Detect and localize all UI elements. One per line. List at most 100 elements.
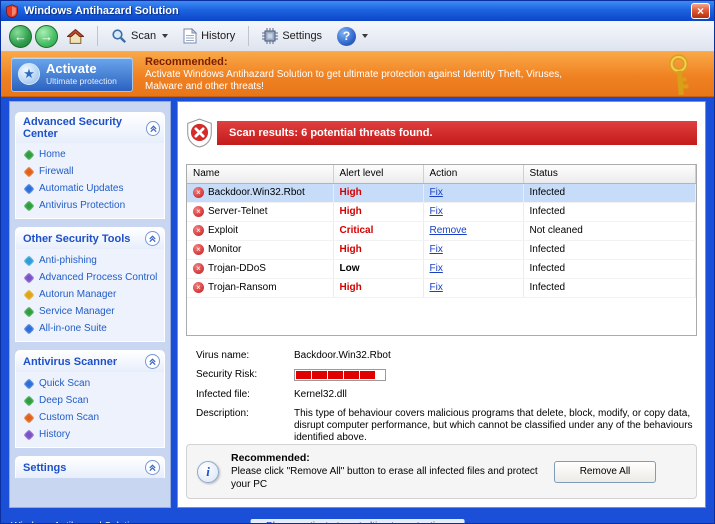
status-cell: Infected (523, 278, 696, 298)
column-header-action[interactable]: Action (423, 165, 524, 184)
sidebar-item-firewall[interactable]: Firewall (20, 165, 160, 178)
action-link-remove[interactable]: Remove (430, 225, 467, 236)
action-link-fix[interactable]: Fix (430, 282, 443, 293)
description-label: Description: (196, 408, 249, 419)
sidebar-item-advanced-process-control[interactable]: Advanced Process Control (20, 271, 160, 284)
back-button[interactable]: ← (9, 24, 32, 48)
action-link-fix[interactable]: Fix (430, 244, 443, 255)
sidebar-item-label: Advanced Process Control (39, 272, 158, 283)
main-panel: Scan results: 6 potential threats found.… (177, 101, 706, 508)
column-header-status[interactable]: Status (523, 165, 696, 184)
sidebar-panel: Other Security Tools Anti-phishing Advance… (15, 227, 165, 342)
sidebar-section-body: Home Firewall Automatic Updates Antivirus P… (15, 143, 165, 219)
sidebar-item-custom-scan[interactable]: Custom Scan (20, 411, 160, 424)
home-button[interactable] (61, 26, 90, 47)
activate-subtitle: Ultimate protection (46, 76, 117, 86)
bullet-icon (23, 428, 35, 441)
sidebar-item-automatic-updates[interactable]: Automatic Updates (20, 182, 160, 195)
bullet-icon (23, 377, 35, 390)
status-cell: Not cleaned (523, 221, 696, 241)
threat-name: Trojan-Ransom (208, 282, 277, 294)
sidebar-section-header-settings[interactable]: Settings (15, 456, 165, 478)
sidebar-section-header-antivirus-scanner[interactable]: Antivirus Scanner (15, 350, 165, 372)
security-risk-label: Security Risk: (196, 369, 258, 380)
column-header-name[interactable]: Name (187, 165, 334, 184)
sidebar-section-header-advanced-security-center[interactable]: Advanced Security Center (15, 112, 165, 143)
sidebar-item-all-in-one-suite[interactable]: All-in-one Suite (20, 322, 160, 335)
collapse-chevron-icon[interactable] (145, 460, 160, 475)
bullet-icon (23, 148, 35, 161)
scan-results-text: Scan results: 6 potential threats found. (217, 121, 697, 145)
sidebar-item-label: All-in-one Suite (39, 323, 107, 334)
sidebar-section-title: Advanced Security Center (23, 116, 123, 140)
threat-row-backdoor-win32-rbot[interactable]: × Backdoor.Win32.Rbot High Fix Infected (187, 183, 696, 203)
close-icon[interactable]: × (691, 3, 710, 19)
threat-row-trojan-ddos[interactable]: × Trojan-DDoS Low Fix Infected (187, 259, 696, 279)
threat-name-cell: × Server-Telnet (187, 202, 334, 222)
action-link-fix[interactable]: Fix (430, 263, 443, 274)
back-arrow-icon: ← (14, 28, 27, 44)
bullet-icon (23, 288, 35, 301)
action-cell: Fix (423, 259, 524, 279)
status-cell: Infected (523, 259, 696, 279)
sidebar-item-label: Deep Scan (39, 395, 89, 406)
sidebar-item-history[interactable]: History (20, 428, 160, 441)
sidebar-item-service-manager[interactable]: Service Manager (20, 305, 160, 318)
action-link-fix[interactable]: Fix (430, 206, 443, 217)
sidebar-item-quick-scan[interactable]: Quick Scan (20, 377, 160, 390)
sidebar-item-label: Firewall (39, 166, 74, 177)
threat-icon: × (193, 186, 204, 198)
history-label: History (201, 30, 236, 42)
status-app-name: Windows Antihazard Solution (11, 521, 141, 524)
threat-row-server-telnet[interactable]: × Server-Telnet High Fix Infected (187, 202, 696, 222)
sidebar-item-home[interactable]: Home (20, 148, 160, 161)
activate-link[interactable]: Please activate to get ultimate protecti… (250, 518, 465, 523)
threat-row-monitor[interactable]: × Monitor High Fix Infected (187, 240, 696, 260)
alert-level-value: Low (339, 263, 360, 274)
info-icon: i (197, 460, 219, 483)
toolbar-separator (97, 26, 98, 46)
action-link-fix[interactable]: Fix (430, 187, 443, 198)
title-bar: Windows Antihazard Solution × (1, 1, 714, 21)
forward-button[interactable]: → (35, 24, 58, 48)
sidebar-section-header-other-security-tools[interactable]: Other Security Tools (15, 227, 165, 249)
threat-icon: × (193, 281, 204, 293)
window-title: Windows Antihazard Solution (24, 5, 179, 17)
help-button[interactable]: ? (331, 24, 374, 49)
risk-block (312, 371, 327, 379)
history-button[interactable]: History (177, 25, 241, 47)
activate-title: Activate (46, 61, 97, 76)
sidebar-item-antivirus-protection[interactable]: Antivirus Protection (20, 199, 160, 212)
risk-block (328, 371, 343, 379)
column-header-alert-level[interactable]: Alert level (333, 165, 424, 184)
threat-row-exploit[interactable]: × Exploit Critical Remove Not cleaned (187, 221, 696, 241)
recommended-box: i Recommended: Please click "Remove All"… (186, 444, 697, 499)
settings-label: Settings (282, 30, 323, 42)
scan-button[interactable]: Scan (105, 25, 174, 47)
settings-button[interactable]: Settings (256, 25, 328, 47)
threats-table: Name Alert level Action Status × Backdoor… (187, 165, 696, 298)
recommended-title: Recommended: (231, 452, 310, 464)
bullet-icon (23, 199, 35, 212)
sidebar-item-anti-phishing[interactable]: Anti-phishing (20, 254, 160, 267)
banner-recommended-label: Recommended: (145, 55, 228, 68)
chevron-down-icon (162, 34, 169, 38)
sidebar-item-deep-scan[interactable]: Deep Scan (20, 394, 160, 407)
threat-row-trojan-ransom[interactable]: × Trojan-Ransom High Fix Infected (187, 278, 696, 298)
alert-level-value: Critical (339, 225, 374, 236)
threat-name: Monitor (208, 244, 242, 256)
collapse-chevron-icon[interactable] (145, 354, 160, 369)
sidebar-item-autorun-manager[interactable]: Autorun Manager (20, 288, 160, 301)
settings-chip-icon (262, 28, 279, 44)
alert-level-cell: High (333, 202, 424, 222)
collapse-chevron-icon[interactable] (146, 120, 160, 136)
sidebar-item-label: History (39, 429, 71, 440)
alert-level-cell: High (333, 278, 424, 298)
banner-recommended-text: Activate Windows Antihazard Solution to … (145, 68, 563, 92)
threat-name: Exploit (208, 225, 239, 237)
collapse-chevron-icon[interactable] (145, 231, 160, 246)
activate-button[interactable]: ★ Activate Ultimate protection (11, 56, 133, 92)
chevron-down-icon (362, 34, 369, 38)
remove-all-button[interactable]: Remove All (554, 460, 656, 483)
star-icon: ★ (18, 63, 40, 85)
